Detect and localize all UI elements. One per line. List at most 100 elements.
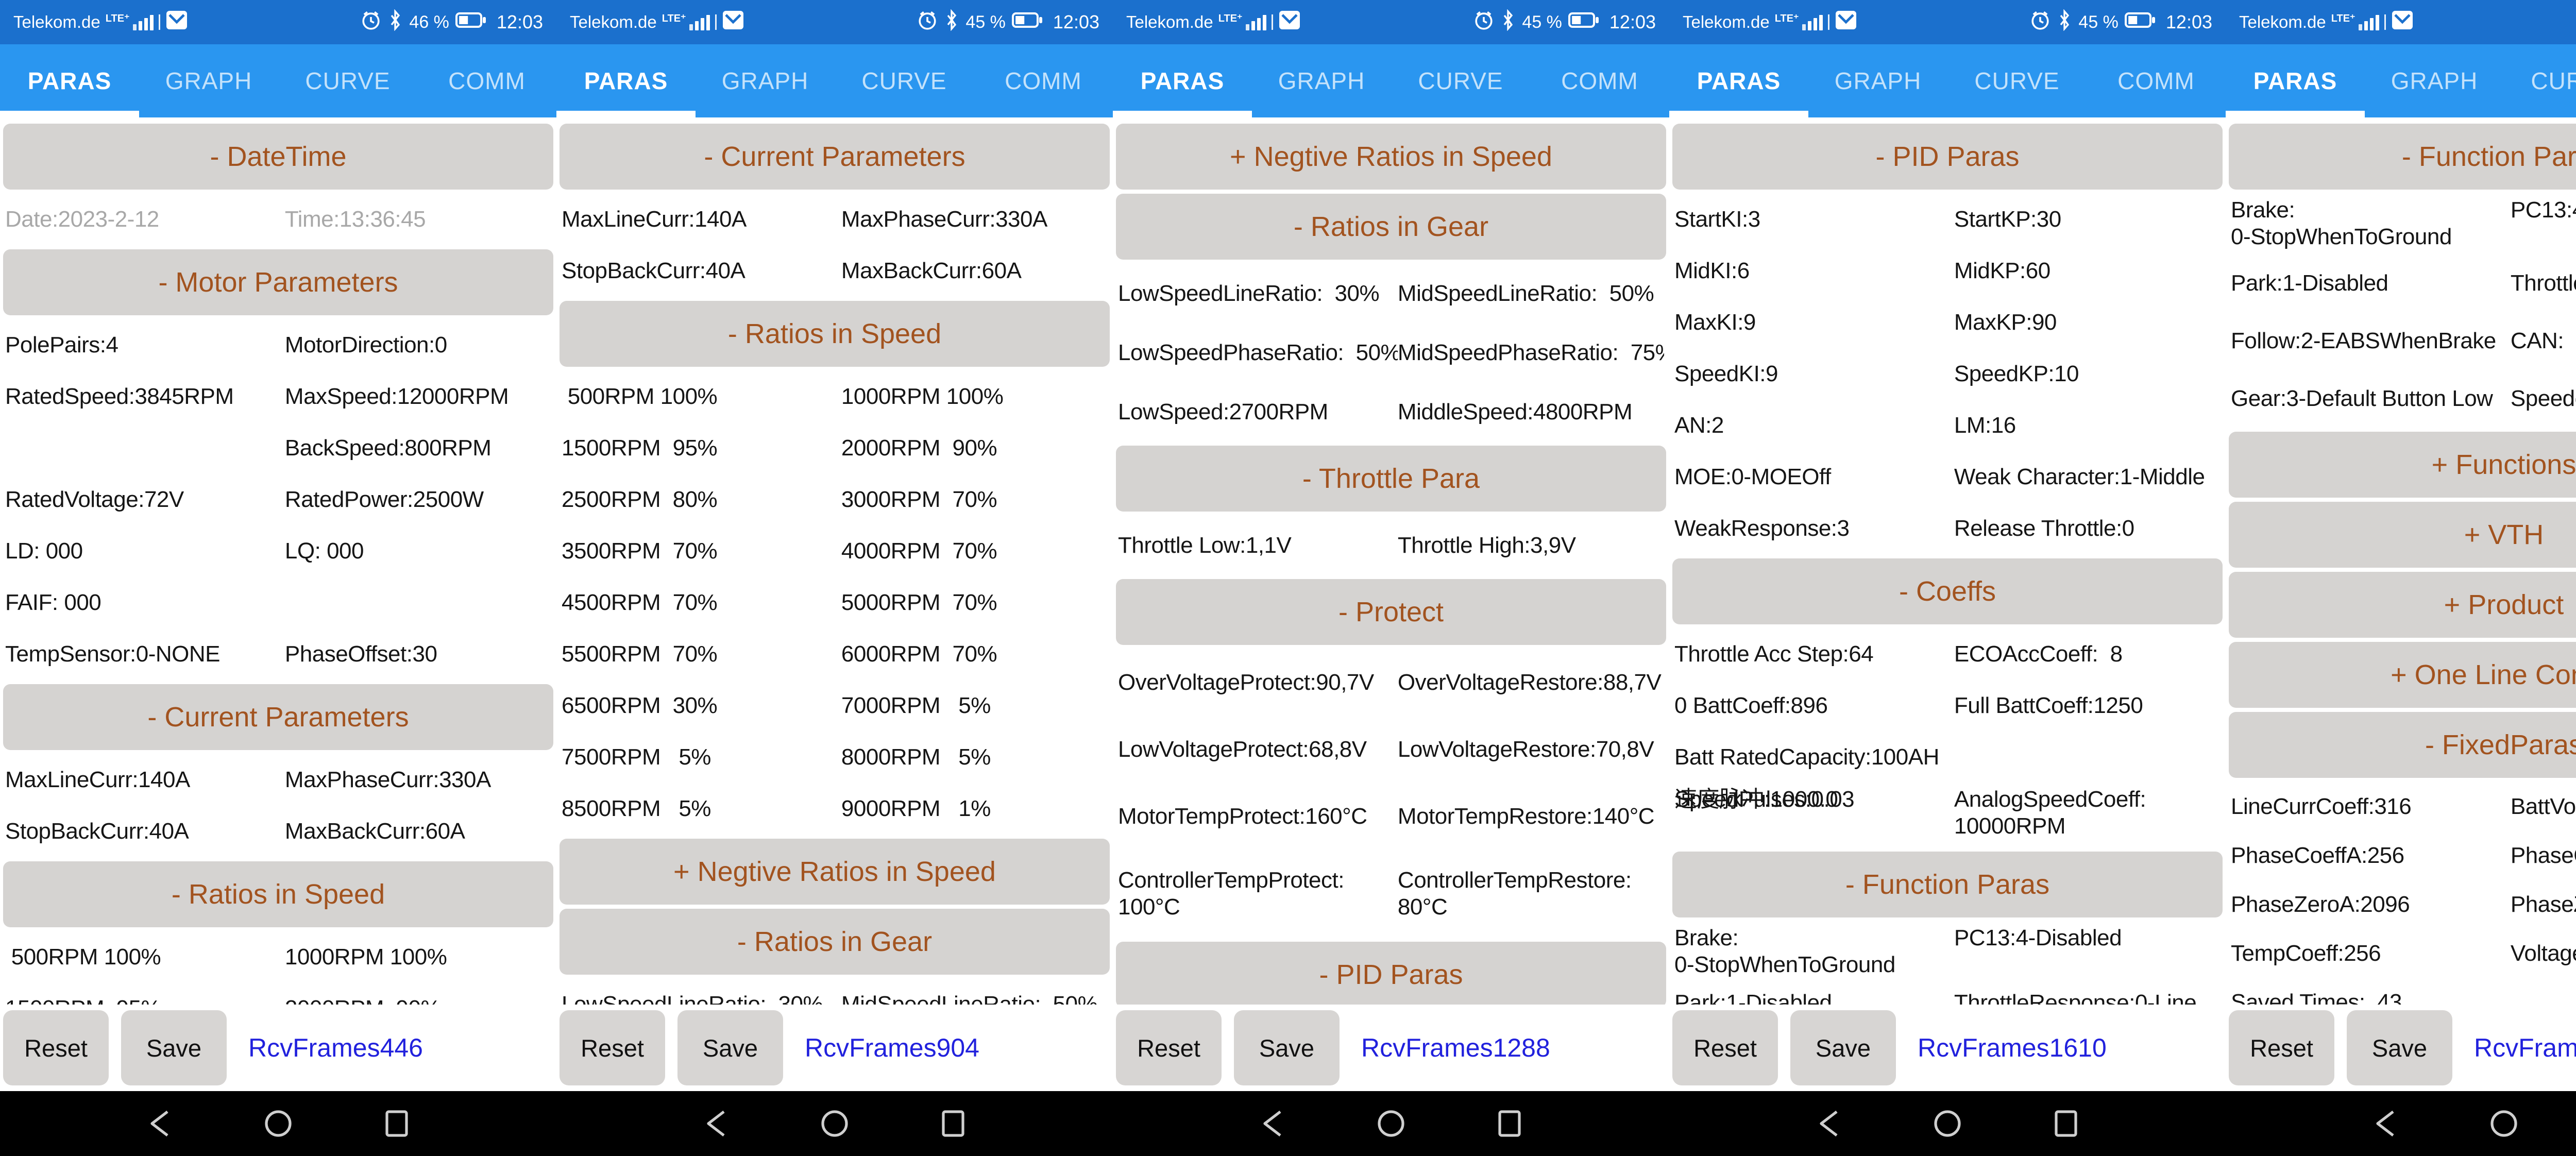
param-row[interactable]: RatedSpeed:3845RPMMaxSpeed:12000RPM	[0, 371, 556, 422]
home-icon[interactable]	[2487, 1107, 2521, 1141]
tab-paras[interactable]: PARAS	[556, 44, 696, 117]
param-row[interactable]: 7500RPM 5%8000RPM 5%	[556, 732, 1113, 783]
param-row[interactable]: 1500RPM 95%2000RPM 90%	[0, 983, 556, 1005]
param-row[interactable]: Brake: 0-StopWhenToGroundPC13:4-Disabled	[1669, 922, 2226, 977]
recents-icon[interactable]	[936, 1107, 970, 1141]
param-row[interactable]: 0 BattCoeff:896Full BattCoeff:1250	[1669, 680, 2226, 732]
reset-button[interactable]: Reset	[1116, 1010, 1222, 1085]
param-row[interactable]: 500RPM 100%1000RPM 100%	[0, 931, 556, 983]
param-row[interactable]: PolePairs:4MotorDirection:0	[0, 319, 556, 371]
section-header[interactable]: + One Line Comm	[2229, 642, 2576, 708]
param-row[interactable]: Gear:3-Default Button LowSpeedoMeter:0-P…	[2226, 370, 2576, 428]
param-row[interactable]: 3500RPM 70%4000RPM 70%	[556, 525, 1113, 577]
tab-graph[interactable]: GRAPH	[2365, 44, 2504, 117]
param-row[interactable]: 6500RPM 30%7000RPM 5%	[556, 680, 1113, 732]
recents-icon[interactable]	[1493, 1107, 1527, 1141]
tab-curve[interactable]: CURVE	[278, 44, 417, 117]
save-button[interactable]: Save	[677, 1010, 783, 1085]
back-icon[interactable]	[143, 1107, 177, 1141]
section-header[interactable]: - Ratios in Gear	[1116, 194, 1666, 260]
param-row[interactable]: MotorTempProtect:160°CMotorTempRestore:1…	[1113, 783, 1669, 850]
param-row[interactable]: LowSpeedLineRatio: 30%MidSpeedLineRatio:…	[1113, 264, 1669, 323]
param-row[interactable]: 5500RPM 70%6000RPM 70%	[556, 628, 1113, 680]
back-icon[interactable]	[1812, 1107, 1846, 1141]
param-row[interactable]: PhaseZeroA:2096PhaseZeroC:2097	[2226, 880, 2576, 929]
section-header[interactable]: - Motor Parameters	[3, 249, 553, 315]
param-row[interactable]: MOE:0-MOEOffWeak Character:1-Middle	[1669, 451, 2226, 503]
param-row[interactable]: 8500RPM 5%9000RPM 1%	[556, 783, 1113, 835]
param-row[interactable]: 4500RPM 70%5000RPM 70%	[556, 577, 1113, 628]
tab-comm[interactable]: COMM	[417, 44, 556, 117]
param-row[interactable]: StopBackCurr:40AMaxBackCurr:60A	[0, 806, 556, 857]
section-header[interactable]: - Current Parameters	[560, 124, 1110, 190]
param-row[interactable]: Saved Times: 43	[2226, 978, 2576, 1005]
tab-comm[interactable]: COMM	[974, 44, 1113, 117]
param-row[interactable]: BackSpeed:800RPM	[0, 422, 556, 474]
param-row[interactable]: TempCoeff:256VoltageCoeff:256	[2226, 929, 2576, 978]
tab-comm[interactable]: COMM	[1530, 44, 1669, 117]
section-header[interactable]: - PID Paras	[1672, 124, 2223, 190]
section-header[interactable]: - Throttle Para	[1116, 446, 1666, 512]
recents-icon[interactable]	[380, 1107, 414, 1141]
save-button[interactable]: Save	[2347, 1010, 2452, 1085]
tab-curve[interactable]: CURVE	[2504, 44, 2576, 117]
param-row[interactable]: FAIF: 000	[0, 577, 556, 628]
param-row[interactable]: LD: 000LQ: 000	[0, 525, 556, 577]
tab-curve[interactable]: CURVE	[835, 44, 974, 117]
param-row[interactable]: OverVoltageProtect:90,7VOverVoltageResto…	[1113, 649, 1669, 716]
recents-icon[interactable]	[2049, 1107, 2083, 1141]
param-row[interactable]: TempSensor:0-NONEPhaseOffset:30	[0, 628, 556, 680]
section-header[interactable]: - Function Paras	[2229, 124, 2576, 190]
param-row[interactable]: MaxLineCurr:140AMaxPhaseCurr:330A	[556, 194, 1113, 245]
tab-graph[interactable]: GRAPH	[1808, 44, 1947, 117]
param-row[interactable]: LowSpeed:2700RPMMiddleSpeed:4800RPM	[1113, 382, 1669, 441]
param-row[interactable]: StartKI:3StartKP:30	[1669, 194, 2226, 245]
param-row[interactable]: MaxKI:9MaxKP:90	[1669, 297, 2226, 348]
param-row[interactable]: LowSpeedPhaseRatio: 50%MidSpeedPhaseRati…	[1113, 323, 1669, 382]
param-row[interactable]: Follow:2-EABSWhenBrakeCAN: None	[2226, 312, 2576, 370]
param-row[interactable]: ControllerTempProtect: 100°CControllerTe…	[1113, 850, 1669, 938]
section-header[interactable]: - Current Parameters	[3, 684, 553, 750]
param-row[interactable]: Date:2023-2-12Time:13:36:45	[0, 194, 556, 245]
section-header[interactable]: - Ratios in Gear	[560, 909, 1110, 975]
tab-paras[interactable]: PARAS	[0, 44, 139, 117]
section-header[interactable]: - PID Paras	[1116, 942, 1666, 1005]
param-row[interactable]: 速度脉冲:1000.0SpeedPulses:0.03AnalogSpeedCo…	[1669, 783, 2226, 847]
param-row[interactable]: 2500RPM 80%3000RPM 70%	[556, 474, 1113, 525]
param-row[interactable]: MidKI:6MidKP:60	[1669, 245, 2226, 297]
param-row[interactable]: AN:2LM:16	[1669, 400, 2226, 451]
param-row[interactable]: Park:1-DisabledThrottleResponse:0-Line	[1669, 977, 2226, 1005]
section-header[interactable]: - FixedParas	[2229, 712, 2576, 778]
param-row[interactable]: LowSpeedLineRatio: 30%MidSpeedLineRatio:…	[556, 979, 1113, 1005]
tab-curve[interactable]: CURVE	[1391, 44, 1530, 117]
param-row[interactable]: WeakResponse:3Release Throttle:0	[1669, 503, 2226, 554]
param-row[interactable]: SpeedKI:9SpeedKP:10	[1669, 348, 2226, 400]
section-header[interactable]: + Negtive Ratios in Speed	[1116, 124, 1666, 190]
param-row[interactable]: MaxLineCurr:140AMaxPhaseCurr:330A	[0, 754, 556, 806]
save-button[interactable]: Save	[121, 1010, 227, 1085]
reset-button[interactable]: Reset	[2229, 1010, 2334, 1085]
back-icon[interactable]	[1256, 1107, 1290, 1141]
tab-graph[interactable]: GRAPH	[696, 44, 835, 117]
param-row[interactable]: LineCurrCoeff:316BattVoltage:77,4	[2226, 782, 2576, 831]
back-icon[interactable]	[699, 1107, 733, 1141]
tab-paras[interactable]: PARAS	[1113, 44, 1252, 117]
param-row[interactable]: PhaseCoeffA:256PhaseCoeffC:256	[2226, 831, 2576, 880]
param-row[interactable]: 1500RPM 95%2000RPM 90%	[556, 422, 1113, 474]
section-header[interactable]: + VTH	[2229, 502, 2576, 568]
reset-button[interactable]: Reset	[3, 1010, 109, 1085]
tab-comm[interactable]: COMM	[2087, 44, 2226, 117]
back-icon[interactable]	[2368, 1107, 2402, 1141]
home-icon[interactable]	[1930, 1107, 1964, 1141]
home-icon[interactable]	[818, 1107, 852, 1141]
tab-paras[interactable]: PARAS	[2226, 44, 2365, 117]
section-header[interactable]: - Ratios in Speed	[560, 301, 1110, 367]
home-icon[interactable]	[1374, 1107, 1408, 1141]
save-button[interactable]: Save	[1790, 1010, 1896, 1085]
section-header[interactable]: + Functions	[2229, 432, 2576, 498]
param-row[interactable]: StopBackCurr:40AMaxBackCurr:60A	[556, 245, 1113, 297]
section-header[interactable]: - Function Paras	[1672, 852, 2223, 917]
section-header[interactable]: - DateTime	[3, 124, 553, 190]
section-header[interactable]: + Product	[2229, 572, 2576, 638]
param-row[interactable]: Throttle Acc Step:64ECOAccCoeff: 8	[1669, 628, 2226, 680]
